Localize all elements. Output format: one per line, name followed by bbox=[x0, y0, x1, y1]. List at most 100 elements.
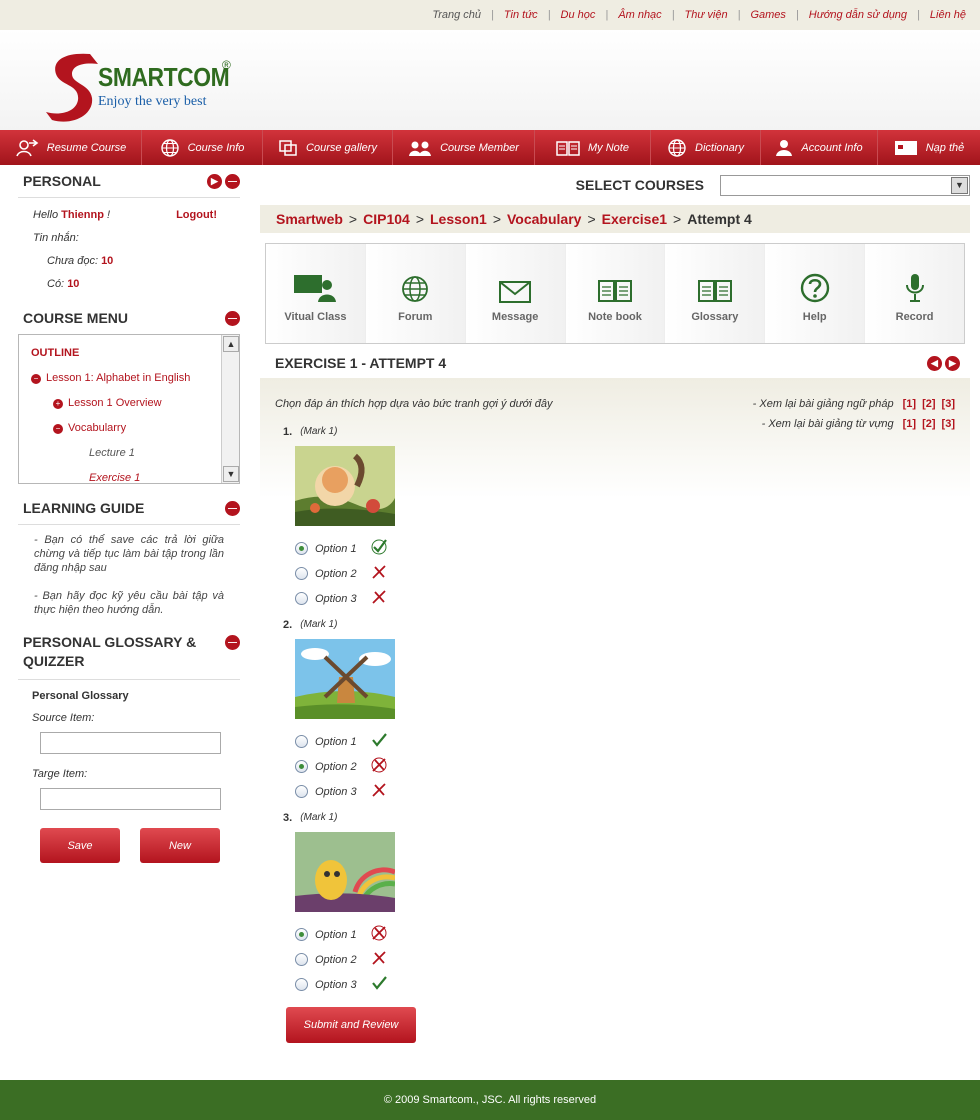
collapse-icon[interactable]: — bbox=[225, 500, 240, 516]
source-item-input[interactable] bbox=[40, 732, 221, 754]
vocab-ref-2[interactable]: [2] bbox=[922, 418, 935, 430]
smartcom-logo[interactable]: SMARTCOM ® Enjoy the very best bbox=[42, 48, 252, 128]
unread-count[interactable]: 10 bbox=[101, 255, 113, 267]
top-link[interactable]: Thư viện bbox=[685, 9, 728, 21]
prev-icon[interactable]: ◀ bbox=[927, 355, 942, 371]
option-label: Option 2 bbox=[315, 760, 357, 773]
play-icon[interactable]: ▶ bbox=[207, 173, 222, 189]
tree-lesson-overview[interactable]: Lesson 1 Overview bbox=[68, 391, 162, 416]
submit-and-review-button[interactable]: Submit and Review bbox=[286, 1007, 416, 1043]
expand-node-icon[interactable]: + bbox=[53, 398, 63, 409]
option-radio[interactable] bbox=[295, 978, 308, 991]
top-link[interactable]: Games bbox=[750, 9, 785, 21]
option-radio[interactable] bbox=[295, 567, 308, 580]
scroll-down-icon[interactable]: ▼ bbox=[223, 466, 239, 482]
option-radio[interactable] bbox=[295, 735, 308, 748]
question-number: 1. bbox=[283, 426, 293, 438]
tree-exercise-1[interactable]: Exercise 1 bbox=[89, 466, 140, 483]
answer-option[interactable]: Option 1 bbox=[295, 729, 955, 754]
breadcrumb-vocabulary[interactable]: Vocabulary bbox=[507, 211, 581, 227]
nav-course-gallery[interactable]: Course gallery bbox=[263, 130, 393, 165]
option-radio[interactable] bbox=[295, 953, 308, 966]
new-button[interactable]: New bbox=[140, 828, 220, 863]
nav-label: Dictionary bbox=[695, 141, 744, 154]
target-item-label: Targe Item: bbox=[32, 768, 88, 780]
chevron-down-icon[interactable]: ▼ bbox=[951, 176, 968, 194]
question-mark: (Mark 1) bbox=[300, 426, 338, 437]
collapse-node-icon[interactable]: − bbox=[53, 423, 63, 434]
breadcrumb-cip104[interactable]: CIP104 bbox=[363, 211, 410, 227]
account-icon bbox=[776, 139, 793, 156]
answer-option[interactable]: Option 3 bbox=[295, 972, 955, 997]
collapse-node-icon[interactable]: − bbox=[31, 373, 41, 384]
tool-label: Vitual Class bbox=[284, 311, 347, 323]
breadcrumb-exercise1[interactable]: Exercise1 bbox=[602, 211, 667, 227]
vocab-ref-3[interactable]: [3] bbox=[942, 418, 955, 430]
next-icon[interactable]: ▶ bbox=[945, 355, 960, 371]
top-link[interactable]: Du học bbox=[561, 9, 596, 21]
option-radio[interactable] bbox=[295, 542, 308, 555]
answer-option[interactable]: Option 2 bbox=[295, 561, 955, 586]
answer-option[interactable]: Option 1 bbox=[295, 922, 955, 947]
answer-option[interactable]: Option 3 bbox=[295, 779, 955, 804]
scroll-up-icon[interactable]: ▲ bbox=[223, 336, 239, 352]
nav-my-note[interactable]: My Note bbox=[535, 130, 651, 165]
glossary-title: PERSONAL GLOSSARY & QUIZZER bbox=[23, 634, 197, 669]
top-link[interactable]: Tin tức bbox=[504, 9, 538, 21]
tree-lecture-1[interactable]: Lecture 1 bbox=[89, 441, 135, 466]
outline-scrollbar[interactable]: ▲ ▼ bbox=[221, 335, 239, 483]
tool-glossary[interactable]: Glossary bbox=[665, 244, 766, 343]
collapse-icon[interactable]: — bbox=[225, 173, 240, 189]
exercise-header: EXERCISE 1 - ATTEMPT 4 ◀ ▶ bbox=[260, 344, 970, 372]
option-radio[interactable] bbox=[295, 928, 308, 941]
collapse-icon[interactable]: — bbox=[225, 635, 240, 650]
course-outline-tree[interactable]: OUTLINE − Lesson 1: Alphabet in English +… bbox=[18, 334, 240, 484]
breadcrumb-smartweb[interactable]: Smartweb bbox=[276, 211, 343, 227]
tree-vocabulary[interactable]: Vocabularry bbox=[68, 416, 126, 441]
select-courses-dropdown[interactable]: ▼ bbox=[720, 174, 970, 196]
nav-resume-course[interactable]: Resume Course bbox=[0, 130, 142, 165]
wrong-cross-icon bbox=[370, 588, 388, 609]
copyright: © 2009 Smartcom., JSC. All rights reserv… bbox=[383, 1094, 597, 1106]
link-separator: | bbox=[917, 9, 920, 21]
grammar-ref-1[interactable]: [1] bbox=[903, 398, 916, 410]
breadcrumb-lesson1[interactable]: Lesson1 bbox=[430, 211, 487, 227]
nav-course-member[interactable]: Course Member bbox=[393, 130, 535, 165]
exercise-title: EXERCISE 1 - ATTEMPT 4 bbox=[275, 355, 447, 371]
tool-virtual-class[interactable]: Vitual Class bbox=[266, 244, 366, 343]
answer-option[interactable]: Option 2 bbox=[295, 947, 955, 972]
tool-record[interactable]: Record bbox=[865, 244, 965, 343]
nav-label: My Note bbox=[588, 141, 629, 154]
nav-account-info[interactable]: Account Info bbox=[761, 130, 878, 165]
top-link[interactable]: Liên hệ bbox=[930, 9, 966, 21]
nav-course-info[interactable]: Course Info bbox=[142, 130, 263, 165]
top-link[interactable]: Hướng dẫn sử dụng bbox=[809, 9, 907, 21]
nav-dictionary[interactable]: Dictionary bbox=[651, 130, 761, 165]
wrong-cross-icon bbox=[370, 949, 388, 970]
grammar-ref-2[interactable]: [2] bbox=[922, 398, 935, 410]
grammar-review-row: - Xem lại bài giảng ngữ pháp [1] [2] [3] bbox=[753, 394, 955, 414]
tool-note-book[interactable]: Note book bbox=[565, 244, 666, 343]
target-item-input[interactable] bbox=[40, 788, 221, 810]
nav-nap-the[interactable]: Nạp thẻ bbox=[878, 130, 980, 165]
answer-option[interactable]: Option 3 bbox=[295, 586, 955, 611]
tool-help[interactable]: Help bbox=[765, 244, 866, 343]
option-radio[interactable] bbox=[295, 760, 308, 773]
vocab-ref-1[interactable]: [1] bbox=[903, 418, 916, 430]
answer-option[interactable]: Option 2 bbox=[295, 754, 955, 779]
glossary-subtitle: Personal Glossary bbox=[32, 690, 129, 702]
option-radio[interactable] bbox=[295, 785, 308, 798]
option-radio[interactable] bbox=[295, 592, 308, 605]
answer-option[interactable]: Option 1 bbox=[295, 536, 955, 561]
collapse-icon[interactable]: — bbox=[225, 310, 240, 326]
grammar-ref-3[interactable]: [3] bbox=[942, 398, 955, 410]
total-count[interactable]: 10 bbox=[67, 278, 79, 290]
top-link[interactable]: Âm nhạc bbox=[618, 9, 661, 21]
save-button[interactable]: Save bbox=[40, 828, 120, 863]
tool-message[interactable]: Message bbox=[465, 244, 566, 343]
tool-forum[interactable]: Forum bbox=[365, 244, 466, 343]
virtual-class-icon bbox=[294, 275, 337, 302]
tree-lesson-1[interactable]: Lesson 1: Alphabet in English bbox=[46, 366, 190, 391]
logout-link[interactable]: Logout! bbox=[176, 204, 217, 227]
top-link[interactable]: Trang chủ bbox=[432, 9, 481, 21]
